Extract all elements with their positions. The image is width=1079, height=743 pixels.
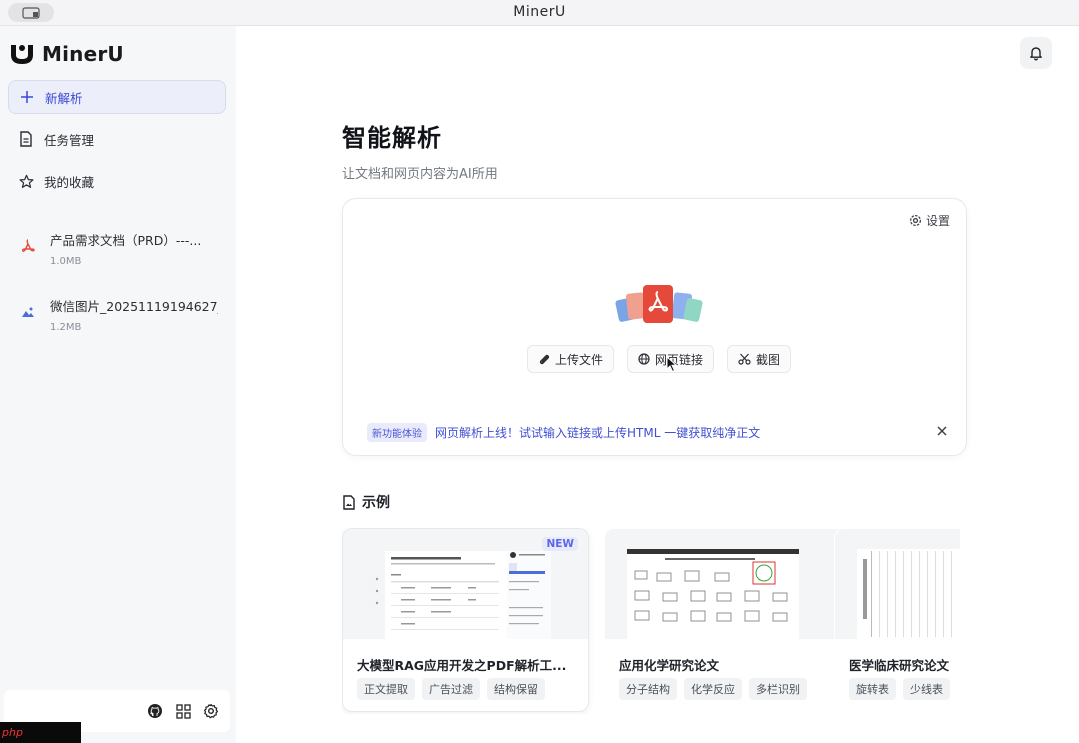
notice-badge: 新功能体验 [367,422,427,442]
example-thumbnail [835,529,960,639]
file-types-illustration [615,285,703,323]
example-thumbnail [605,529,850,639]
upload-file-label: 上传文件 [555,352,604,367]
nav-label: 新解析 [45,90,83,106]
example-tag: 正文提取 [357,678,415,700]
settings-label: 设置 [925,214,950,228]
example-tag: 结构保留 [487,678,545,700]
scissors-icon [738,353,751,365]
nav-new-parse[interactable]: 新解析 [8,80,226,114]
document-icon [18,131,34,147]
example-card[interactable]: 应用化学研究论文 分子结构 化学反应 多栏识别 [604,528,851,712]
nav-label: 我的收藏 [44,174,95,190]
watermark-text: php [2,726,23,739]
nav-task-management[interactable]: 任务管理 [8,122,226,156]
page-title: 智能解析 [342,124,442,152]
recent-file-item[interactable]: 产品需求文档（PRD）---... 1.0MB [8,230,226,274]
nav-my-favorites[interactable]: 我的收藏 [8,164,226,198]
new-badge: NEW [542,537,578,551]
example-title: 应用化学研究论文 [619,658,720,673]
star-icon [18,173,34,189]
example-tags: 旋转表 少线表 [849,678,950,700]
settings-gear-icon [909,214,922,227]
example-tag: 少线表 [903,678,950,700]
example-tag: 旋转表 [849,678,896,700]
example-tags: 分子结构 化学反应 多栏识别 [619,678,807,700]
close-icon [937,426,947,436]
document-image-icon [343,494,355,510]
recent-file-item[interactable]: 微信图片_20251119194627_... 1.2MB [8,296,226,340]
globe-icon [638,353,650,365]
example-tag: 广告过滤 [422,678,480,700]
screenshot-label: 截图 [756,352,781,367]
upload-card[interactable]: 设置 上传文件 网页链接 截图 新功能体验 网页解析上线！试试输入链接或上传HT… [342,198,967,456]
pdf-icon [20,238,36,254]
sidebar: MinerU 新解析 任务管理 我的收藏 产品需求文档（PRD）---... 1… [0,26,236,743]
example-tag: 分子结构 [619,678,677,700]
mineru-logo-icon [11,45,33,64]
brand-name: MinerU [42,42,124,66]
window-title: MinerU [513,4,566,20]
file-size: 1.0MB [50,256,82,267]
examples-carousel: NEW 大模型RAG应用开发之PDF解析工... 正文提取 广告过滤 结构保留 [342,528,960,714]
feature-notice: 新功能体验 网页解析上线！试试输入链接或上传HTML 一键获取纯净正文 [367,421,951,443]
upload-file-button[interactable]: 上传文件 [527,345,615,373]
upload-actions: 上传文件 网页链接 截图 [527,345,792,373]
brand-logo[interactable]: MinerU [8,39,124,69]
file-size: 1.2MB [50,322,82,333]
web-link-label: 网页链接 [655,352,704,367]
example-tag: 化学反应 [684,678,742,700]
image-icon [20,304,36,320]
example-card[interactable]: 医学临床研究论文 旋转表 少线表 [834,528,960,712]
notice-link[interactable]: 网页解析上线！试试输入链接或上传HTML 一键获取纯净正文 [435,424,760,441]
file-name: 微信图片_20251119194627_... [50,299,218,314]
example-title: 大模型RAG应用开发之PDF解析工... [357,658,567,673]
example-card[interactable]: NEW 大模型RAG应用开发之PDF解析工... 正文提取 广告过滤 结构保留 [342,528,589,712]
examples-header: 示例 [342,492,390,512]
example-title: 医学临床研究论文 [849,658,950,673]
grid-icon[interactable] [174,702,192,720]
notification-button[interactable] [1020,37,1052,69]
nav-label: 任务管理 [44,132,95,148]
upload-settings-button[interactable]: 设置 [909,212,950,229]
github-icon[interactable] [146,702,164,720]
screenshot-button[interactable]: 截图 [727,345,792,373]
example-tag: 多栏识别 [749,678,807,700]
paperclip-icon [539,354,550,364]
mouse-cursor-icon [666,356,678,373]
php-watermark: php [0,722,81,743]
settings-gear-icon[interactable] [202,702,220,720]
file-name: 产品需求文档（PRD）---... [50,233,202,248]
page-subtitle: 让文档和网页内容为AI所用 [342,167,498,182]
plus-icon [19,89,35,105]
main-content: 智能解析 让文档和网页内容为AI所用 设置 上传文件 网页链接 截图 新功能体验… [236,26,1079,743]
examples-title: 示例 [362,495,390,511]
bell-icon [1030,47,1042,61]
example-tags: 正文提取 广告过滤 结构保留 [357,678,545,700]
notice-close-button[interactable] [933,422,951,440]
window-titlebar: MinerU [0,0,1079,26]
